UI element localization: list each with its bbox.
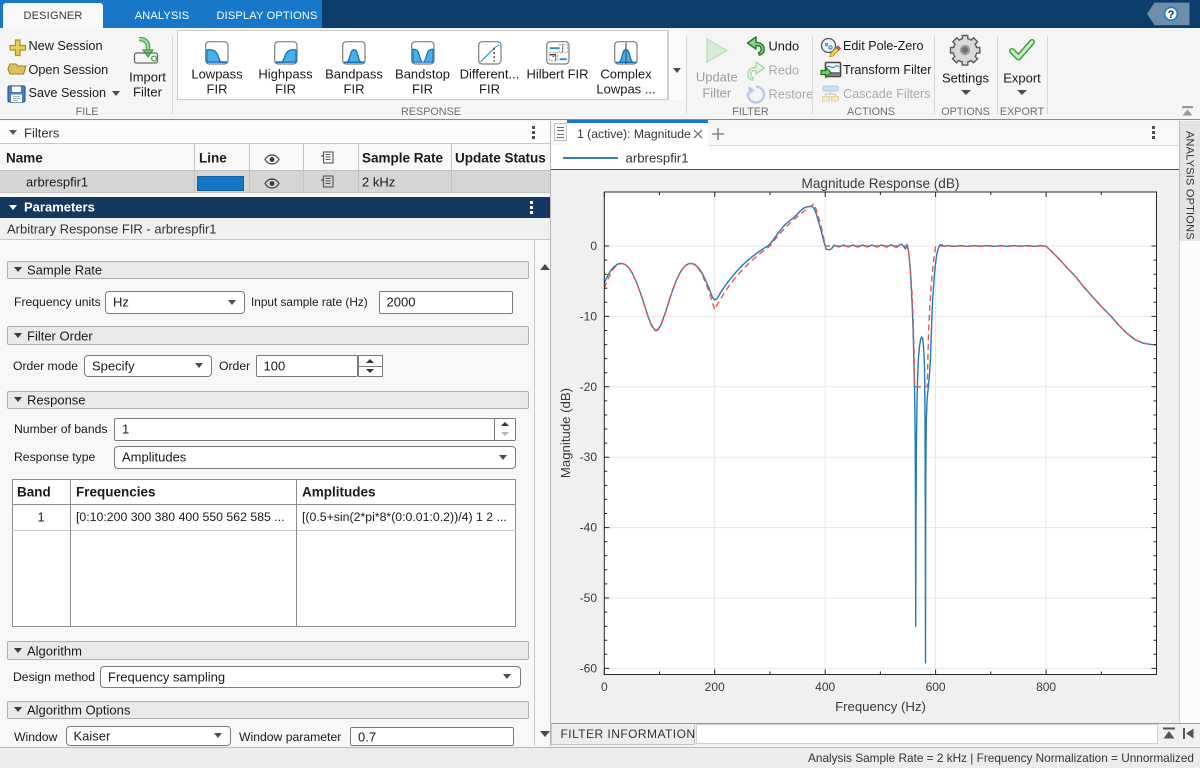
svg-text:?: ? [1168,9,1175,21]
